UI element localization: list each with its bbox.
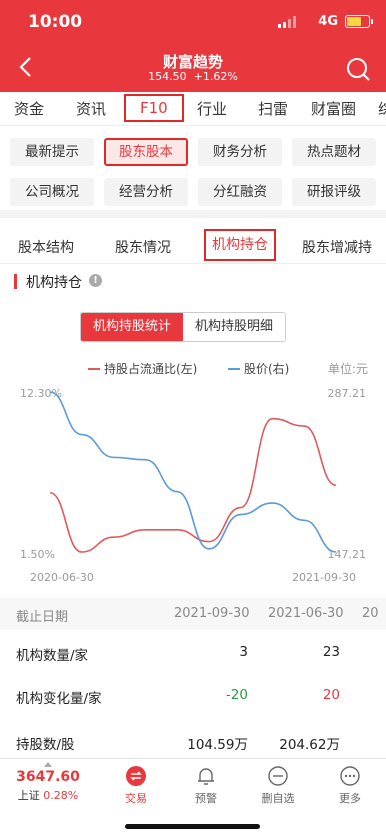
table-row: 机构数量/家 3 23 (0, 634, 386, 674)
remove-watchlist-label: 删自选 (261, 792, 295, 805)
index-label: 上证 (17, 789, 40, 802)
stock-price: 154.50 (148, 70, 187, 83)
subtab-institutions[interactable]: 机构持仓 (204, 229, 276, 261)
index-ticker[interactable]: 3647.60 上证 0.28% (0, 759, 96, 809)
row-value-1: 3 (239, 644, 248, 660)
tab-risk-scan[interactable]: 扫雷 (258, 98, 288, 119)
legend-unit: 单位:元 (327, 362, 368, 376)
section-header: 机构持仓 ! (0, 266, 386, 298)
home-indicator (125, 824, 260, 829)
up-arrow-icon (44, 762, 52, 767)
section-title: 机构持仓 (26, 275, 82, 291)
index-value: 3647.60 (16, 769, 80, 785)
chip-shareholders[interactable]: 股东股本 (104, 138, 188, 166)
network-type: 4G (318, 14, 338, 29)
tab-capital[interactable]: 资金 (14, 98, 44, 119)
chip-topics[interactable]: 热点题材 (292, 138, 376, 166)
status-time: 10:00 (28, 12, 83, 32)
row-label: 持股数/股 (16, 737, 75, 753)
subtab-shareholders[interactable]: 股东情况 (115, 237, 171, 257)
row-value-2: 20 (322, 687, 340, 703)
y-left-min: 1.50% (20, 548, 55, 561)
more-button[interactable]: 更多 (320, 765, 380, 806)
chart-legend: 持股占流通比(左) 股价(右) 单位:元 (0, 360, 386, 378)
segment-detail[interactable]: 机构持股明细 (183, 313, 286, 341)
more-icon (340, 766, 360, 786)
legend-holding: 持股占流通比(左) (104, 362, 198, 376)
index-change: 0.28% (43, 789, 79, 802)
row-value-1: -20 (225, 687, 248, 703)
info-icon[interactable]: ! (89, 274, 102, 287)
legend-swatch-holding (88, 368, 100, 370)
tab-community[interactable]: 财富圈 (311, 98, 356, 119)
th-date: 截止日期 (16, 610, 69, 625)
tab-industry[interactable]: 行业 (197, 98, 227, 119)
th-col2: 2021-06-30 (268, 606, 344, 621)
x-end-label: 2021-09-30 (292, 571, 356, 584)
th-col1: 2021-09-30 (174, 606, 250, 621)
holding-chart: 12.30% 1.50% 287.21 147.21 2020-06-30 20… (20, 387, 367, 584)
f10-menu: 最新提示 股东股本 财务分析 热点题材 公司概况 经营分析 分红融资 研报评级 (0, 126, 386, 218)
segment-stats[interactable]: 机构持股统计 (81, 313, 184, 341)
tab-overflow[interactable]: 综 (378, 98, 386, 119)
row-value-2: 23 (322, 644, 340, 660)
sub-tab-bar: 股本结构 股东情况 机构持仓 股东增减持 (0, 226, 386, 264)
row-value-2: 204.62万 (279, 737, 340, 753)
series-line-price (49, 391, 337, 553)
trade-label: 交易 (125, 792, 147, 805)
table-row: 持股数/股 104.59万 204.62万 (0, 723, 386, 763)
minus-circle-icon (268, 766, 288, 786)
alert-button[interactable]: 预警 (176, 765, 236, 806)
subtab-share-structure[interactable]: 股本结构 (18, 237, 74, 257)
alert-label: 预警 (195, 792, 217, 805)
index-change-line: 上证 0.28% (0, 787, 96, 803)
tab-f10[interactable]: F10 (124, 94, 184, 122)
trade-button[interactable]: 交易 (106, 765, 166, 806)
header-bar: 财富趋势 154.50 +1.62% (0, 44, 386, 92)
stock-quote: 154.50 +1.62% (0, 70, 386, 83)
chip-latest[interactable]: 最新提示 (10, 138, 94, 166)
x-start-label: 2020-06-30 (30, 571, 94, 584)
chip-financial[interactable]: 财务分析 (198, 138, 282, 166)
more-label: 更多 (339, 792, 361, 805)
th-col3: 20 (362, 606, 379, 621)
row-label: 机构数量/家 (16, 648, 89, 664)
tab-news[interactable]: 资讯 (76, 98, 106, 119)
signal-icon (278, 16, 298, 28)
top-tab-bar: 资金 资讯 F10 行业 扫雷 财富圈 综 (0, 92, 386, 126)
bell-icon (198, 768, 214, 785)
row-value-1: 104.59万 (187, 737, 248, 753)
stock-change: +1.62% (193, 70, 238, 83)
section-marker (14, 274, 17, 289)
remove-watchlist-button[interactable]: 删自选 (248, 765, 308, 806)
chip-operations[interactable]: 经营分析 (104, 178, 188, 206)
search-icon[interactable] (345, 56, 371, 82)
chip-dividends[interactable]: 分红融资 (198, 178, 282, 206)
chip-profile[interactable]: 公司概况 (10, 178, 94, 206)
chart-mode-toggle: 机构持股统计 机构持股明细 (80, 312, 287, 342)
row-label: 机构变化量/家 (16, 691, 102, 707)
status-bar: 10:00 4G (0, 0, 386, 44)
trade-icon (126, 766, 146, 786)
chip-ratings[interactable]: 研报评级 (292, 178, 376, 206)
legend-price: 股价(右) (244, 362, 290, 376)
y-right-max: 287.21 (328, 387, 367, 400)
legend-swatch-price (228, 368, 240, 370)
battery-icon (345, 15, 373, 28)
table-header: 截止日期 2021-09-30 2021-06-30 20 (0, 598, 386, 630)
y-right-min: 147.21 (328, 548, 367, 561)
subtab-holding-changes[interactable]: 股东增减持 (302, 237, 372, 257)
stock-title: 财富趋势 (162, 53, 223, 71)
table-row: 机构变化量/家 -20 20 (0, 677, 386, 717)
